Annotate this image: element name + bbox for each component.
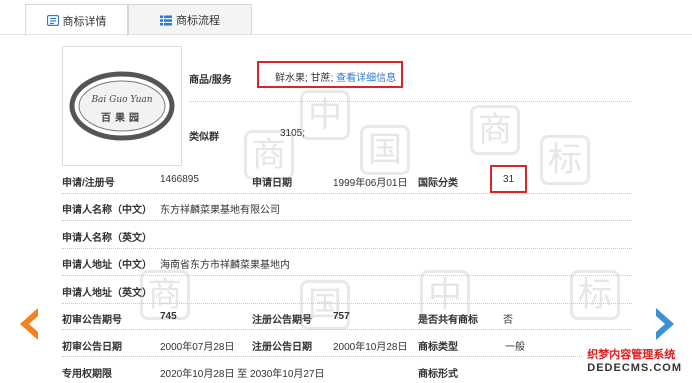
watermark-char: 商 (470, 105, 520, 155)
exclusive-label: 专用权期限 (62, 369, 112, 380)
divider (62, 193, 632, 194)
prelim-date-value: 2000年07月28日 (160, 342, 235, 353)
applicant-en-label: 申请人名称（英文） (62, 233, 152, 244)
logo-text-latin: Bai Guo Yuan (90, 95, 152, 105)
view-detail-link[interactable]: 查看详细信息 (336, 73, 396, 84)
apply-date-value: 1999年06月01日 (333, 178, 408, 189)
divider (189, 101, 632, 102)
type-value: 一般 (505, 342, 525, 353)
prelim-no-value: 745 (160, 311, 177, 322)
tab-trademark-process[interactable]: 商标流程 (128, 4, 252, 35)
reg-pub-no-value: 757 (333, 311, 350, 322)
apply-date-label: 申请日期 (252, 178, 292, 189)
logo-text-cn: 百果园 (101, 112, 143, 124)
shared-value: 否 (503, 315, 513, 326)
site-watermark: 织梦内容管理系统 DEDECMS.COM (583, 347, 686, 377)
reg-pub-date-label: 注册公告日期 (252, 342, 312, 353)
applicant-cn-label: 申请人名称（中文） (62, 205, 152, 216)
watermark-char: 中 (300, 90, 350, 140)
goods-services-text: 鲜水果; 甘蔗; (275, 73, 334, 84)
type-label: 商标类型 (418, 342, 458, 353)
divider (62, 303, 632, 304)
reg-pub-date-value: 2000年10月28日 (333, 342, 408, 353)
intl-class-label: 国际分类 (418, 178, 458, 189)
tab-label: 商标流程 (176, 15, 220, 27)
address-cn-value: 海南省东方市祥麟菜果基地内 (160, 260, 290, 271)
prelim-no-label: 初审公告期号 (62, 315, 122, 326)
exclusive-value: 2020年10月28日 至 2030年10月27日 (160, 369, 325, 380)
next-arrow-icon[interactable] (654, 306, 678, 342)
tab-trademark-detail[interactable]: 商标详情 (25, 4, 128, 36)
address-cn-label: 申请人地址（中文） (62, 260, 152, 271)
tab-label: 商标详情 (62, 15, 107, 28)
applicant-cn-value: 东方祥麟菜果基地有限公司 (160, 205, 280, 216)
prev-arrow-icon[interactable] (16, 306, 40, 342)
intl-class-value: 31 (503, 174, 515, 185)
shared-label: 是否共有商标 (418, 315, 478, 326)
divider (62, 275, 632, 276)
divider (62, 248, 632, 249)
goods-services-value: 鲜水果; 甘蔗; 查看详细信息 (275, 69, 396, 84)
divider (62, 329, 632, 330)
reg-pub-no-label: 注册公告期号 (252, 315, 312, 326)
form-label: 商标形式 (418, 369, 458, 380)
address-en-label: 申请人地址（英文） (62, 288, 152, 299)
reg-no-value: 1466895 (160, 174, 199, 185)
similar-group-label: 类似群 (189, 132, 219, 143)
similar-group-value: 3105; (280, 128, 306, 139)
reg-no-label: 申请/注册号 (62, 178, 115, 189)
watermark-char: 标 (570, 270, 620, 320)
document-icon (46, 15, 59, 26)
site-watermark-domain: DEDECMS.COM (587, 362, 682, 374)
tab-divider (0, 34, 692, 35)
list-icon (160, 15, 172, 25)
goods-services-label: 商品/服务 (189, 75, 232, 86)
trademark-logo: Bai Guo Yuan 百果园 (69, 71, 175, 141)
watermark-char: 国 (360, 125, 410, 175)
site-watermark-title: 织梦内容管理系统 (587, 349, 676, 361)
divider (62, 356, 632, 357)
prelim-date-label: 初审公告日期 (62, 342, 122, 353)
divider (62, 220, 632, 221)
trademark-image: Bai Guo Yuan 百果园 (62, 46, 182, 166)
watermark-char: 标 (540, 135, 590, 185)
